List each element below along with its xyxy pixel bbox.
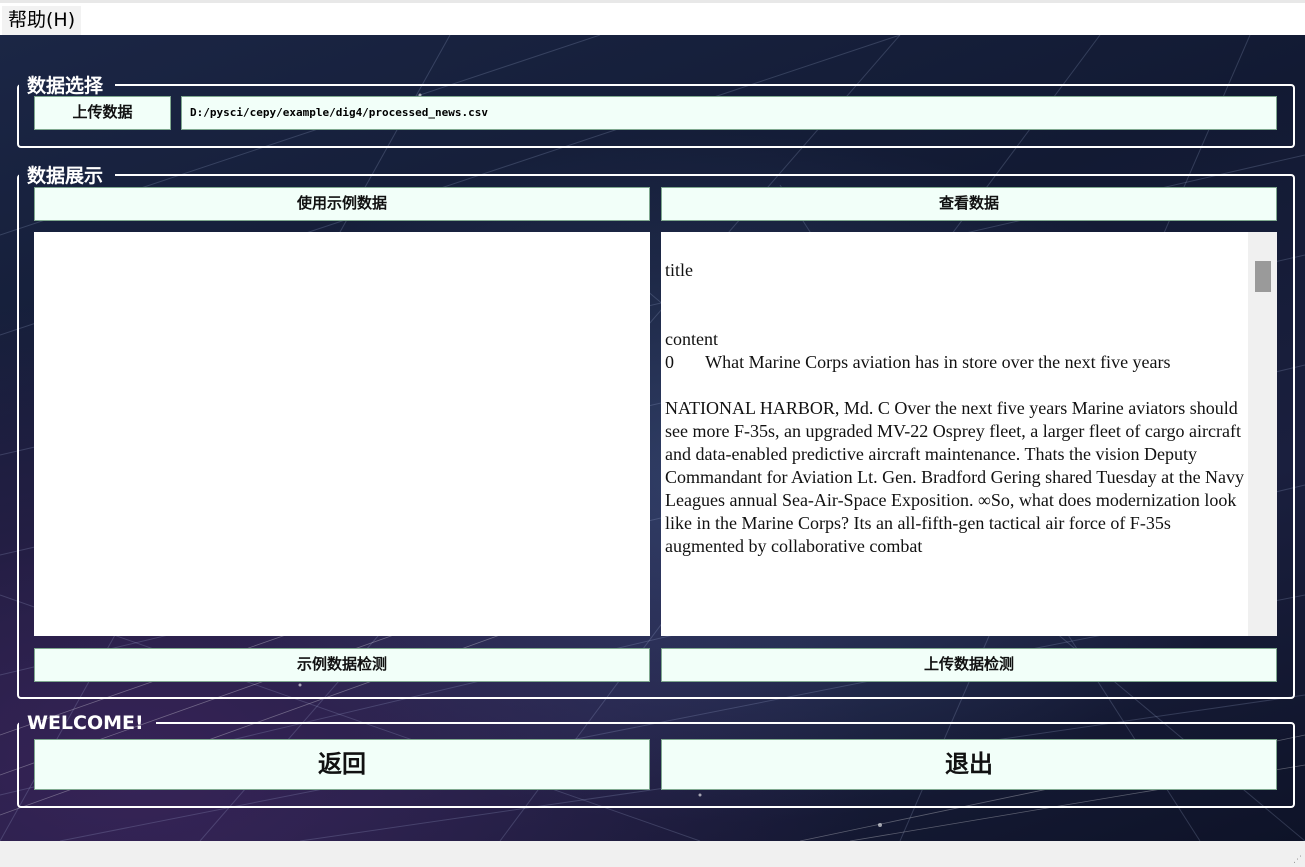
sample-data-detect-button[interactable]: 示例数据检测 bbox=[34, 648, 650, 682]
use-sample-data-button[interactable]: 使用示例数据 bbox=[34, 187, 650, 221]
upload-data-button[interactable]: 上传数据 bbox=[34, 96, 171, 130]
view-data-button[interactable]: 查看数据 bbox=[661, 187, 1277, 221]
data-text: title content 0 What Marine Corps aviati… bbox=[665, 260, 1245, 556]
uploaded-data-display[interactable]: title content 0 What Marine Corps aviati… bbox=[661, 232, 1277, 636]
scroll-thumb[interactable] bbox=[1255, 261, 1271, 292]
menu-help[interactable]: 帮助(H) bbox=[2, 6, 82, 35]
menu-bar: 帮助(H) bbox=[0, 0, 1305, 35]
upload-data-detect-button[interactable]: 上传数据检测 bbox=[661, 648, 1277, 682]
resize-grip-icon[interactable]: ⋰ bbox=[1293, 855, 1302, 865]
data-select-legend: 数据选择 bbox=[27, 75, 104, 97]
vertical-scrollbar[interactable] bbox=[1248, 232, 1277, 636]
welcome-legend: WELCOME! bbox=[27, 712, 144, 734]
data-show-legend: 数据展示 bbox=[27, 165, 104, 187]
file-path-field[interactable]: D:/pysci/cepy/example/dig4/processed_new… bbox=[181, 96, 1277, 130]
sample-data-display[interactable] bbox=[34, 232, 650, 636]
exit-button[interactable]: 退出 bbox=[661, 739, 1277, 790]
status-bar: ⋰ bbox=[0, 841, 1305, 867]
back-button[interactable]: 返回 bbox=[34, 739, 650, 790]
